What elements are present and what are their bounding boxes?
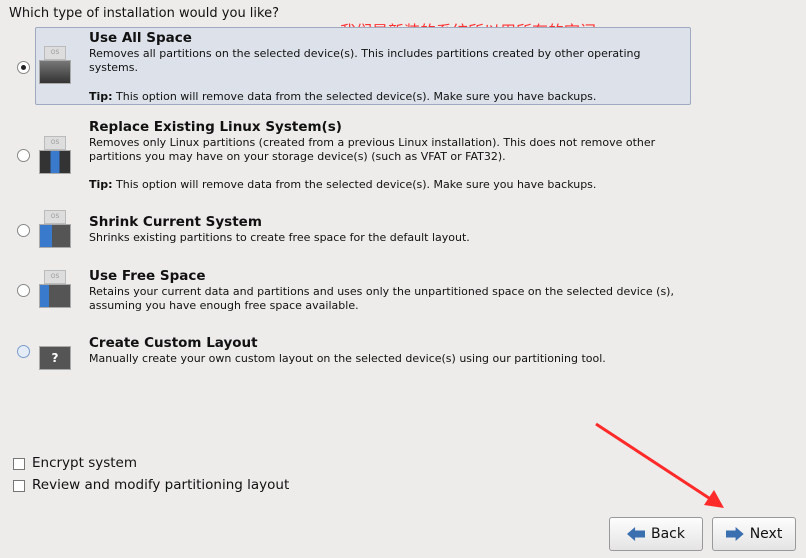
question-disk-icon: ?	[39, 340, 71, 370]
option-title: Use All Space	[89, 30, 192, 46]
option-title[interactable]: Shrink Current System	[89, 214, 262, 230]
next-label: Next	[749, 526, 783, 542]
radio-custom[interactable]	[17, 345, 30, 358]
option-desc: Manually create your own custom layout o…	[89, 352, 606, 365]
option-tip: Tip: This option will remove data from t…	[89, 178, 597, 191]
radio-use-all-space[interactable]	[17, 61, 30, 74]
disk-replace-icon: OS	[39, 136, 71, 174]
option-desc: Shrinks existing partitions to create fr…	[89, 231, 470, 244]
option-tip: Tip: This option will remove data from t…	[89, 90, 597, 103]
review-checkbox[interactable]	[13, 480, 25, 492]
radio-replace-linux[interactable]	[17, 149, 30, 162]
encrypt-label[interactable]: Encrypt system	[32, 455, 137, 471]
radio-free-space[interactable]	[17, 284, 30, 297]
arrow-left-icon	[627, 527, 645, 541]
disk-erase-icon: OS	[39, 46, 71, 84]
review-label[interactable]: Review and modify partitioning layout	[32, 477, 289, 493]
encrypt-checkbox[interactable]	[13, 458, 25, 470]
option-title[interactable]: Use Free Space	[89, 268, 206, 284]
option-title[interactable]: Create Custom Layout	[89, 335, 258, 351]
option-desc: Retains your current data and partitions…	[89, 285, 674, 312]
back-label: Back	[651, 526, 685, 542]
disk-free-icon: OS	[39, 270, 71, 308]
arrow-right-icon	[725, 527, 744, 541]
radio-shrink[interactable]	[17, 224, 30, 237]
back-button[interactable]: Back	[609, 517, 703, 551]
disk-shrink-icon: OS	[39, 210, 71, 248]
option-desc: Removes all partitions on the selected d…	[89, 47, 641, 74]
next-button[interactable]: Next	[712, 517, 796, 551]
option-title[interactable]: Replace Existing Linux System(s)	[89, 119, 342, 135]
option-desc: Removes only Linux partitions (created f…	[89, 136, 656, 163]
annotation-arrow-bottom	[595, 422, 713, 502]
